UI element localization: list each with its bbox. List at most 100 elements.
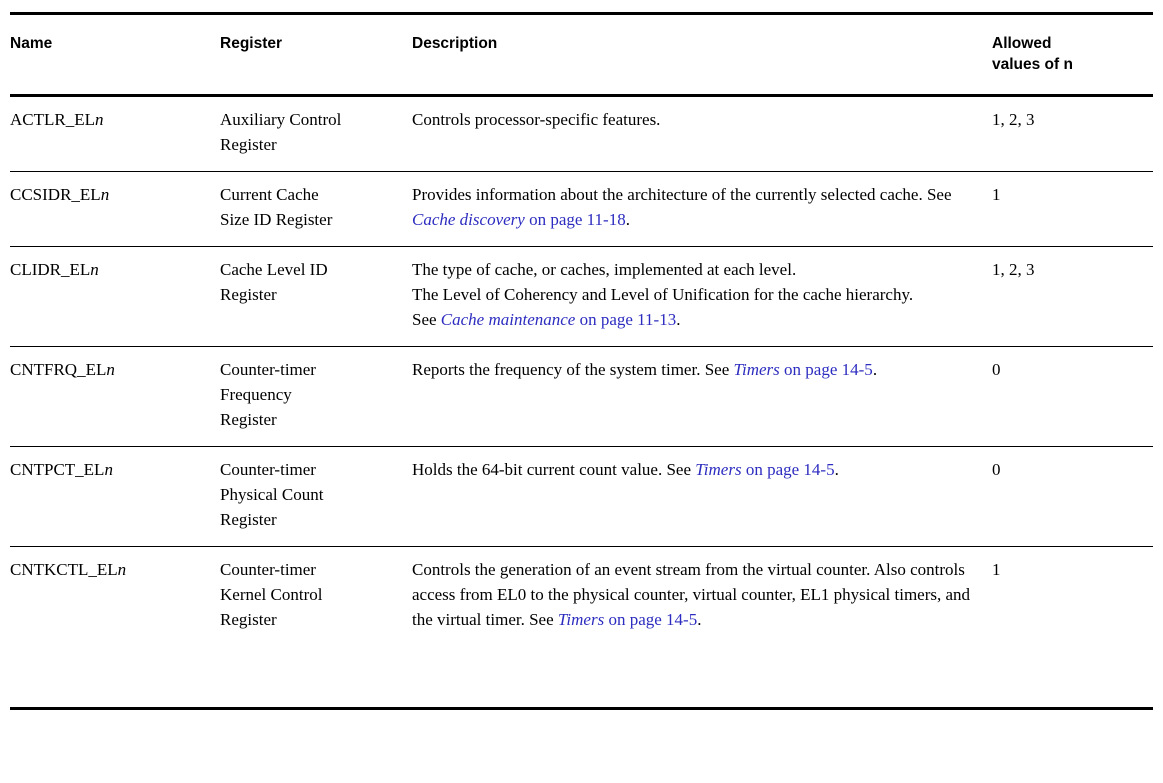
- register-name-base: CNTKCTL_EL: [10, 559, 118, 579]
- description-cell: Holds the 64-bit current count value. Se…: [412, 446, 992, 547]
- cross-reference-title: Timers: [733, 359, 780, 379]
- description-cell: The type of cache, or caches, implemente…: [412, 246, 992, 347]
- table-header-row: Name Register Description Allowed values…: [10, 12, 1153, 97]
- description-text: Controls processor-specific features.: [412, 109, 661, 129]
- cross-reference-link[interactable]: Timers on page 14-5: [734, 360, 873, 379]
- table-header: Name Register Description Allowed values…: [10, 12, 1153, 97]
- column-header-name: Name: [10, 12, 220, 97]
- description-text: The type of cache, or caches, implemente…: [412, 259, 797, 279]
- allowed-values-cell: 1, 2, 3: [992, 95, 1153, 172]
- register-name-suffix: n: [95, 109, 104, 129]
- register-table-container: Name Register Description Allowed values…: [10, 12, 1153, 710]
- description-paragraph: The type of cache, or caches, implemente…: [412, 258, 980, 283]
- description-paragraph: Controls the generation of an event stre…: [412, 558, 980, 633]
- description-cell: Controls processor-specific features.: [412, 95, 992, 172]
- register-name-suffix: n: [106, 359, 115, 379]
- register-name-cell: CNTFRQ_ELn: [10, 346, 220, 447]
- register-name-cell: ACTLR_ELn: [10, 95, 220, 172]
- register-fullname-line: Register: [220, 409, 277, 429]
- allowed-values-cell: 1: [992, 546, 1153, 710]
- table-row: CNTFRQ_ELn Counter-timer Frequency Register…: [10, 346, 1153, 447]
- description-paragraph: The Level of Coherency and Level of Unif…: [412, 283, 980, 308]
- register-name-base: CCSIDR_EL: [10, 184, 101, 204]
- register-name-cell: CNTKCTL_ELn: [10, 546, 220, 710]
- register-name-suffix: n: [117, 559, 127, 579]
- column-header-register: Register: [220, 12, 412, 97]
- cross-reference-link[interactable]: Cache maintenance on page 11-13: [441, 310, 676, 329]
- column-header-allowed-values: Allowed values of n: [992, 12, 1153, 97]
- register-fullname-line: Register: [220, 284, 277, 304]
- register-fullname-line: Size ID Register: [220, 209, 333, 229]
- register-fullname-line: Register: [220, 609, 277, 629]
- description-cell: Provides information about the architect…: [412, 171, 992, 247]
- register-summary-table: Name Register Description Allowed values…: [10, 12, 1153, 710]
- column-header-allowed-line2: values of n: [992, 56, 1073, 74]
- register-name-suffix: n: [90, 259, 99, 279]
- description-trailing-punctuation: .: [625, 209, 630, 229]
- description-paragraph: Provides information about the architect…: [412, 183, 980, 233]
- register-fullname-cell: Cache Level ID Register: [220, 246, 412, 347]
- register-name-base: ACTLR_EL: [10, 109, 95, 129]
- register-fullname-line: Register: [220, 134, 277, 154]
- description-trailing-punctuation: .: [697, 609, 702, 629]
- table-row: CLIDR_ELn Cache Level ID Register The type …: [10, 246, 1153, 347]
- cross-reference-link[interactable]: Cache discovery on page 11-18: [412, 210, 626, 229]
- register-name-base: CLIDR_EL: [10, 259, 91, 279]
- description-text: Provides information about the architect…: [412, 184, 952, 204]
- cross-reference-page: on page 14-5: [779, 359, 873, 379]
- description-trailing-punctuation: .: [676, 309, 681, 329]
- register-name-cell: CLIDR_ELn: [10, 246, 220, 347]
- description-text: See: [412, 309, 441, 329]
- table-row: CCSIDR_ELn Current Cache Size ID Register P…: [10, 171, 1153, 247]
- table-body: ACTLR_ELn Auxiliary Control Register Contro…: [10, 95, 1153, 710]
- description-text: Reports the frequency of the system time…: [412, 359, 734, 379]
- column-header-allowed-line1: Allowed: [992, 35, 1052, 52]
- description-paragraph: Reports the frequency of the system time…: [412, 358, 980, 383]
- register-fullname-cell: Counter-timer Physical Count Register: [220, 446, 412, 547]
- document-page: Name Register Description Allowed values…: [0, 0, 1163, 783]
- column-header-description: Description: [412, 12, 992, 97]
- register-fullname-cell: Current Cache Size ID Register: [220, 171, 412, 247]
- register-name-base: CNTFRQ_EL: [10, 359, 107, 379]
- description-paragraph: Controls processor-specific features.: [412, 108, 980, 133]
- description-text: The Level of Coherency and Level of Unif…: [412, 284, 914, 304]
- cross-reference-page: on page 14-5: [741, 459, 835, 479]
- cross-reference-title: Cache discovery: [412, 209, 525, 229]
- cross-reference-title: Timers: [695, 459, 742, 479]
- allowed-values-cell: 0: [992, 346, 1153, 447]
- description-trailing-punctuation: .: [872, 359, 878, 379]
- register-fullname-line: Kernel Control: [220, 584, 323, 604]
- cross-reference-title: Cache maintenance: [440, 309, 576, 329]
- register-fullname-line: Register: [220, 509, 277, 529]
- description-trailing-punctuation: .: [834, 459, 839, 479]
- allowed-values-cell: 1, 2, 3: [992, 246, 1153, 347]
- description-text: Holds the 64-bit current count value. Se…: [412, 459, 696, 479]
- description-paragraph: See Cache maintenance on page 11-13.: [412, 308, 980, 333]
- register-name-cell: CCSIDR_ELn: [10, 171, 220, 247]
- description-paragraph: Holds the 64-bit current count value. Se…: [412, 458, 980, 483]
- cross-reference-link[interactable]: Timers on page 14-5: [695, 460, 834, 479]
- register-name-cell: CNTPCT_ELn: [10, 446, 220, 547]
- register-fullname-line: Cache Level ID: [220, 259, 328, 279]
- register-fullname-line: Frequency: [220, 384, 292, 404]
- register-name-suffix: n: [100, 184, 110, 204]
- table-row: CNTPCT_ELn Counter-timer Physical Count Reg…: [10, 446, 1153, 547]
- description-cell: Reports the frequency of the system time…: [412, 346, 992, 447]
- register-fullname-line: Counter-timer: [220, 459, 316, 479]
- allowed-values-cell: 0: [992, 446, 1153, 547]
- register-fullname-line: Current Cache: [220, 184, 319, 204]
- register-fullname-line: Auxiliary Control: [220, 109, 342, 129]
- register-fullname-line: Counter-timer: [220, 359, 316, 379]
- cross-reference-link[interactable]: Timers on page 14-5: [558, 610, 697, 629]
- register-name-base: CNTPCT_EL: [10, 459, 105, 479]
- register-fullname-line: Physical Count: [220, 484, 324, 504]
- register-fullname-cell: Auxiliary Control Register: [220, 95, 412, 172]
- description-cell: Controls the generation of an event stre…: [412, 546, 992, 710]
- cross-reference-page: on page 14-5: [604, 609, 698, 629]
- allowed-values-cell: 1: [992, 171, 1153, 247]
- table-row: ACTLR_ELn Auxiliary Control Register Contro…: [10, 95, 1153, 172]
- table-row: CNTKCTL_ELn Counter-timer Kernel Control Re…: [10, 546, 1153, 710]
- cross-reference-page: on page 11-13: [575, 309, 677, 329]
- register-fullname-cell: Counter-timer Frequency Register: [220, 346, 412, 447]
- register-fullname-line: Counter-timer: [220, 559, 316, 579]
